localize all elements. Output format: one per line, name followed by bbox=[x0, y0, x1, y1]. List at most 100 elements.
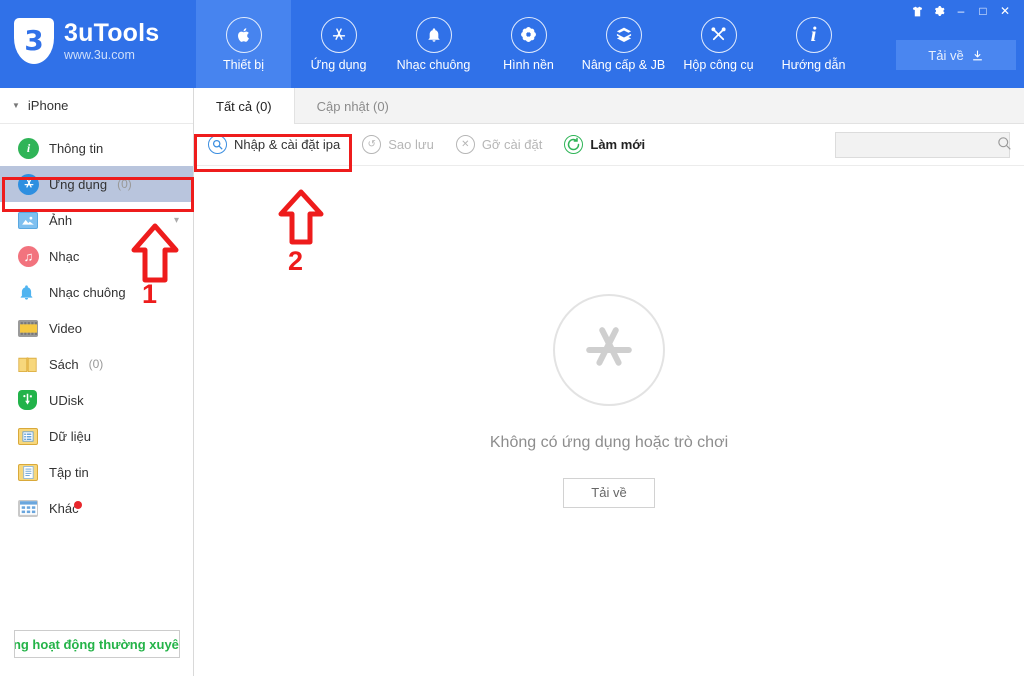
tab-bar: Tất cả (0) Cập nhật (0) bbox=[194, 88, 1024, 124]
nav-item-nang-cap-jb[interactable]: Nâng cấp & JB bbox=[576, 0, 671, 88]
gear-icon[interactable] bbox=[928, 2, 950, 20]
search-input[interactable] bbox=[842, 138, 997, 152]
box-icon bbox=[605, 16, 642, 53]
maximize-button[interactable]: □ bbox=[972, 2, 994, 20]
book-icon bbox=[18, 354, 39, 375]
nav-item-huong-dan[interactable]: i Hướng dẫn bbox=[766, 0, 861, 88]
sidebar-item-video[interactable]: Video bbox=[0, 310, 193, 346]
other-icon bbox=[18, 498, 39, 519]
sidebar-item-label: Ứng dụng bbox=[49, 176, 108, 192]
sidebar-item-count: (0) bbox=[117, 177, 132, 191]
nav-item-nhac-chuong[interactable]: Nhạc chuông bbox=[386, 0, 481, 88]
sidebar-item-label: Video bbox=[49, 320, 83, 336]
main-content: Tất cả (0) Cập nhật (0) Nhập & cài đặt i… bbox=[194, 88, 1024, 676]
app-window: 3 3uTools www.3u.com Thiết bị Ứng dụng N… bbox=[0, 0, 1024, 676]
toolbar: Nhập & cài đặt ipa ↺ Sao lưu ✕ Gỡ cài đặ… bbox=[194, 124, 1024, 166]
empty-state: Không có ứng dụng hoặc trò chơi Tải về bbox=[194, 146, 1024, 655]
refresh-icon bbox=[564, 135, 584, 154]
download-arrow-icon bbox=[972, 50, 982, 60]
empty-download-button[interactable]: Tải về bbox=[563, 477, 655, 508]
nav-label: Nâng cấp & JB bbox=[581, 57, 666, 72]
close-button[interactable]: ✕ bbox=[994, 2, 1016, 20]
photo-icon bbox=[18, 210, 39, 231]
sidebar-item-label: Nhạc bbox=[49, 248, 80, 264]
import-ipa-icon bbox=[208, 135, 227, 154]
sidebar-item-label: Ảnh bbox=[49, 212, 73, 228]
refresh-button[interactable]: Làm mới bbox=[564, 135, 645, 154]
window-controls: – □ ✕ bbox=[906, 2, 1016, 20]
backup-button: ↺ Sao lưu bbox=[362, 135, 434, 154]
status-text: ông hoạt động thường xuyê bbox=[14, 636, 179, 652]
sidebar-item-udisk[interactable]: UDisk bbox=[0, 382, 193, 418]
tab-cap-nhat[interactable]: Cập nhật (0) bbox=[295, 88, 411, 124]
sidebar-item-label: UDisk bbox=[49, 392, 84, 408]
sidebar-item-label: Thông tin bbox=[49, 140, 104, 156]
brand-subtitle: www.3u.com bbox=[64, 47, 135, 62]
search-icon[interactable] bbox=[997, 136, 1012, 155]
tools-icon bbox=[700, 16, 737, 53]
sidebar-item-nhac-chuong[interactable]: Nhạc chuông bbox=[0, 274, 193, 310]
uninstall-button: ✕ Gỡ cài đặt bbox=[455, 135, 543, 154]
flower-icon bbox=[510, 16, 547, 53]
info-icon: i bbox=[795, 16, 832, 53]
shield-logo-icon: 3 bbox=[14, 18, 54, 64]
bell-icon bbox=[415, 16, 452, 53]
notification-badge bbox=[74, 501, 82, 509]
sidebar-item-anh[interactable]: Ảnh ▾ bbox=[0, 202, 193, 238]
title-bar: 3 3uTools www.3u.com Thiết bị Ứng dụng N… bbox=[0, 0, 1024, 88]
brand-title: 3uTools bbox=[64, 19, 160, 48]
appstore-icon bbox=[320, 16, 357, 53]
toolbar-label: Gỡ cài đặt bbox=[481, 137, 543, 152]
nav-label: Thiết bị bbox=[223, 57, 264, 72]
sidebar-item-label: Dữ liệu bbox=[49, 428, 91, 444]
file-icon bbox=[18, 462, 39, 483]
sidebar-item-label: Sách bbox=[49, 356, 79, 372]
download-button[interactable]: Tải về bbox=[896, 40, 1016, 70]
bell-icon bbox=[18, 282, 39, 303]
sidebar-item-label: Nhạc chuông bbox=[49, 284, 126, 300]
chevron-down-icon: ▼ bbox=[12, 101, 20, 110]
sidebar-item-khac[interactable]: Khác bbox=[0, 490, 193, 526]
appstore-circle-icon bbox=[18, 173, 39, 195]
data-icon bbox=[18, 426, 39, 447]
device-name: iPhone bbox=[27, 98, 69, 113]
sidebar-item-nhac[interactable]: ♫ Nhạc bbox=[0, 238, 193, 274]
nav-label: Ứng dụng bbox=[310, 57, 367, 72]
empty-message: Không có ứng dụng hoặc trò chơi bbox=[489, 433, 729, 451]
nav-item-hop-cong-cu[interactable]: Hộp công cụ bbox=[671, 0, 766, 88]
nav-item-thiet-bi[interactable]: Thiết bị bbox=[196, 0, 291, 88]
video-icon bbox=[18, 318, 39, 339]
chevron-down-icon[interactable]: ▾ bbox=[174, 215, 179, 226]
sidebar: ▼ iPhone i Thông tin Ứng dụng (0) Ảnh ▾ … bbox=[0, 88, 194, 676]
sidebar-item-du-lieu[interactable]: Dữ liệu bbox=[0, 418, 193, 454]
sidebar-item-ung-dung[interactable]: Ứng dụng (0) bbox=[0, 166, 193, 202]
skin-icon[interactable] bbox=[906, 2, 928, 20]
sidebar-item-thong-tin[interactable]: i Thông tin bbox=[0, 130, 193, 166]
toolbar-label: Làm mới bbox=[590, 137, 646, 152]
sidebar-device-header[interactable]: ▼ iPhone bbox=[0, 88, 193, 124]
download-button-label: Tải về bbox=[928, 47, 964, 63]
nav-label: Hướng dẫn bbox=[781, 57, 846, 72]
brand-logo: 3 3uTools www.3u.com bbox=[14, 18, 159, 64]
nav-label: Hộp công cụ bbox=[683, 57, 754, 72]
info-circle-icon: i bbox=[18, 137, 39, 159]
import-install-ipa-button[interactable]: Nhập & cài đặt ipa bbox=[208, 135, 340, 154]
nav-item-hinh-nen[interactable]: Hình nền bbox=[481, 0, 576, 88]
tab-tat-ca[interactable]: Tất cả (0) bbox=[194, 88, 295, 124]
appstore-placeholder-icon bbox=[553, 293, 665, 406]
status-box: ông hoạt động thường xuyê bbox=[14, 630, 180, 658]
nav-label: Nhạc chuông bbox=[396, 57, 471, 72]
uninstall-icon: ✕ bbox=[455, 135, 475, 154]
nav-item-ung-dung[interactable]: Ứng dụng bbox=[291, 0, 386, 88]
sidebar-item-count: (0) bbox=[88, 357, 104, 371]
search-box[interactable] bbox=[835, 132, 1012, 158]
apple-icon bbox=[225, 16, 262, 53]
toolbar-label: Sao lưu bbox=[388, 137, 434, 152]
sidebar-item-sach[interactable]: Sách (0) bbox=[0, 346, 193, 382]
backup-icon: ↺ bbox=[362, 135, 382, 154]
sidebar-list: i Thông tin Ứng dụng (0) Ảnh ▾ ♫ Nhạc Nh… bbox=[0, 124, 193, 526]
minimize-button[interactable]: – bbox=[950, 2, 972, 20]
sidebar-item-tap-tin[interactable]: Tập tin bbox=[0, 454, 193, 490]
toolbar-label: Nhập & cài đặt ipa bbox=[234, 137, 341, 152]
main-nav: Thiết bị Ứng dụng Nhạc chuông Hình nền N… bbox=[196, 0, 861, 88]
